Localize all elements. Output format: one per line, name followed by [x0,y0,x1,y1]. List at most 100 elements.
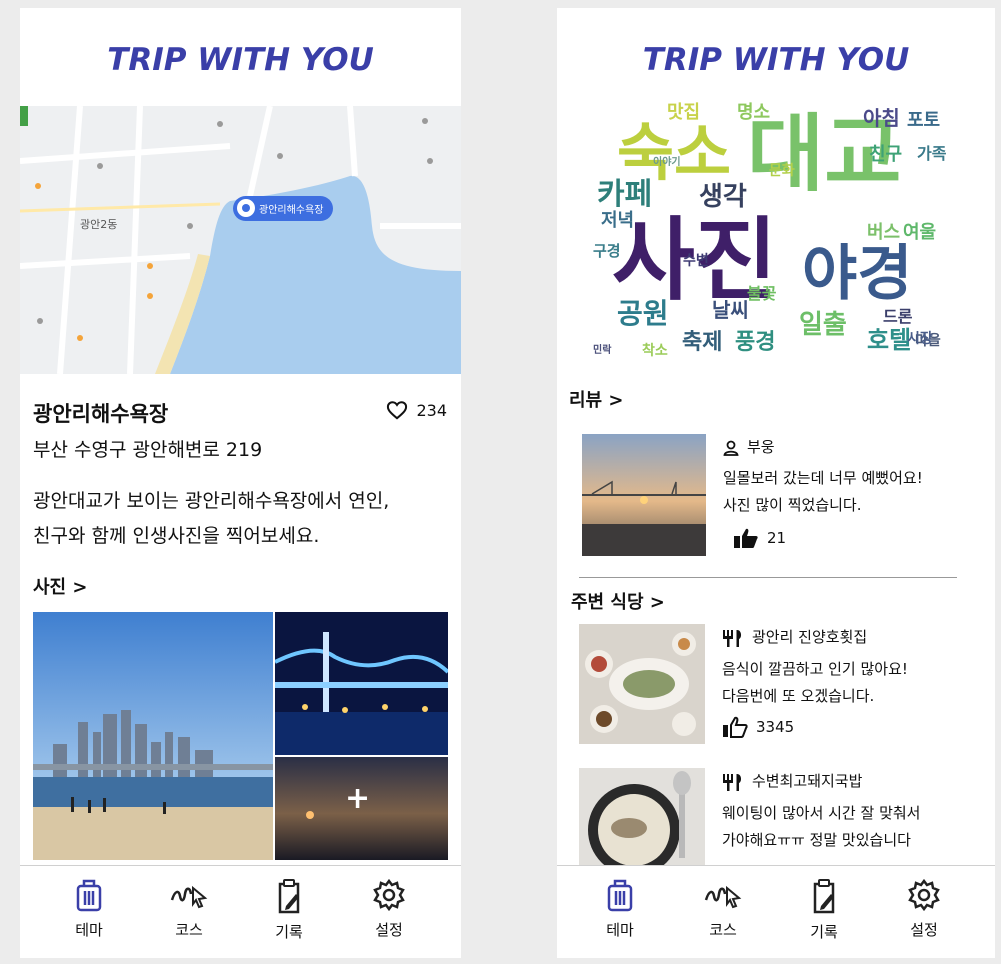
restaurant-review-line: 가야해요ㅠㅠ 정말 맛있습니다 [722,830,911,849]
nav-item-record[interactable]: 기록 [789,878,859,942]
restaurant-review-line: 웨이팅이 많아서 시간 잘 맞춰서 [722,803,921,822]
photo-sunset-more[interactable]: + [275,757,448,860]
map-pin-label: 광안리해수욕장 [259,205,324,216]
app-brand-title: TRIP WITH YOU [642,42,910,78]
review-body: 부웅 일몰보러 갔는데 너무 예뻤어요! 사진 많이 찍었습니다. 21 [723,434,923,558]
heart-icon[interactable] [386,400,408,420]
nav-label: 기록 [810,923,838,941]
keyword-wordcloud: 숙소 대교 사진 야경 카페 생각 공원 축제 풍경 일출 호텔 날씨 저녁 버… [587,104,957,362]
wordcloud-word: 숙소 [617,116,732,189]
nav-item-settings[interactable]: 설정 [889,878,959,940]
nav-item-record[interactable]: 기록 [254,878,324,942]
gear-icon [373,878,405,912]
map-view[interactable]: 광안2동 광안리해수욕장 [20,106,461,374]
theme-detail-screen: TRIP WITH YOU 광안2동 광안리해수욕장 광안리해수욕장 234 부… [20,8,461,958]
nav-item-theme[interactable]: 테마 [54,878,124,940]
wordcloud-word: 수변 [683,253,709,269]
photos-section-link[interactable]: 사진 > [33,573,87,599]
nav-label: 코스 [175,921,203,939]
more-photos-icon[interactable]: + [345,781,370,816]
restaurant-like-count: 3345 [756,717,795,736]
wordcloud-word: 버스 [867,222,901,243]
restaurant-name-row: 수변최고돼지국밥 [722,768,862,795]
restaurant-name: 광안리 진양호횟집 [752,628,868,646]
wordcloud-word: 여울 [903,222,937,243]
restaurant-card[interactable]: 광안리 진양호횟집 음식이 깔끔하고 인기 많아요! 다음번에 또 오겠습니다.… [579,624,989,744]
route-icon [704,885,742,909]
location-pin-icon [237,199,255,217]
restaurant-info: 수변최고돼지국밥 웨이팅이 많아서 시간 잘 맞춰서 가야해요ㅠㅠ 정말 맛있습… [722,768,920,854]
map-pin-beach[interactable]: 광안리해수욕장 [233,196,334,221]
review-card[interactable]: 부웅 일몰보러 갔는데 너무 예뻤어요! 사진 많이 찍었습니다. 21 [582,434,982,562]
restaurant-name-row: 광안리 진양호횟집 [722,624,867,651]
wordcloud-word: 구경 [593,242,621,260]
review-photo [582,434,706,556]
place-title: 광안리해수욕장 [33,402,169,426]
theme-reviews-screen: TRIP WITH YOU 숙소 대교 사진 야경 카페 생각 공원 축제 풍경… [557,8,995,958]
nav-label: 설정 [375,921,403,939]
route-icon [170,885,208,909]
wordcloud-word: 시장 [907,331,933,347]
description-line: 광안대교가 보이는 광안리해수욕장에서 연인, [33,490,390,512]
luggage-icon [607,879,633,912]
nav-item-theme[interactable]: 테마 [585,878,655,940]
reviews-section-link[interactable]: 리뷰 > [569,386,623,412]
wordcloud-word: 민락 [593,345,612,356]
nav-item-settings[interactable]: 설정 [354,878,424,940]
nav-item-course[interactable]: 코스 [688,878,758,940]
restaurants-section-link[interactable]: 주변 식당 > [571,588,665,614]
wordcloud-word: 맛집 [667,102,701,123]
map-label: 광안2동 [80,218,118,231]
wordcloud-word: 축제 [682,330,723,355]
wordcloud-word: 생각 [699,182,747,212]
wordcloud-word: 이야기 [653,157,681,168]
wordcloud-word: 아침 [863,106,900,130]
photo-bridge-night[interactable] [275,612,448,755]
place-description: 광안대교가 보이는 광안리해수욕장에서 연인, 친구와 함께 인생사진을 찍어보… [33,484,453,554]
wordcloud-word: 문화 [769,163,795,179]
wordcloud-word: 불꽃 [747,284,777,303]
wordcloud-word: 명소 [737,102,771,123]
restaurant-likes[interactable]: 3345 [722,714,794,741]
restaurant-info: 광안리 진양호횟집 음식이 깔끔하고 인기 많아요! 다음번에 또 오겠습니다.… [722,624,908,747]
photo-skyline-beach[interactable] [33,612,273,860]
bottom-nav: 테마 코스 기록 설정 [557,865,995,958]
restaurant-review-line: 다음번에 또 오겠습니다. [722,686,875,705]
wordcloud-word: 호텔 [867,326,912,354]
description-line: 친구와 함께 인생사진을 찍어보세요. [33,525,320,547]
wordcloud-word: 날씨 [712,298,749,322]
like-counter[interactable]: 234 [386,400,447,420]
review-author: 부웅 [723,434,775,461]
like-count: 234 [416,400,447,420]
wordcloud-word: 일출 [799,310,847,340]
fork-knife-icon [723,773,742,791]
review-likes[interactable]: 21 [733,525,786,552]
wordcloud-word: 카페 [597,177,653,212]
thumbs-up-filled-icon[interactable] [733,527,759,549]
review-like-count: 21 [767,528,787,547]
review-line: 일몰보러 갔는데 너무 예뻤어요! [723,468,923,487]
wordcloud-word: 저녁 [601,210,635,231]
user-icon [723,440,739,456]
clipboard-pen-icon [278,879,300,914]
nav-label: 기록 [275,923,303,941]
nav-label: 테마 [75,921,103,939]
review-line: 사진 많이 찍었습니다. [723,495,862,514]
wordcloud-word: 착소 [642,343,668,359]
place-address: 부산 수영구 광안해변로 219 [33,439,263,461]
thumbs-up-outline-icon[interactable] [722,716,748,738]
wordcloud-word: 포토 [907,110,941,131]
nav-label: 테마 [606,921,634,939]
clipboard-pen-icon [813,879,835,914]
nav-label: 설정 [910,921,938,939]
gear-icon [908,878,940,912]
restaurant-photo [579,624,705,744]
luggage-icon [76,879,102,912]
wordcloud-word: 풍경 [735,330,776,355]
wordcloud-word: 가족 [917,144,947,163]
bottom-nav: 테마 코스 기록 설정 [20,865,461,958]
wordcloud-word: 공원 [617,297,669,330]
nav-item-course[interactable]: 코스 [154,878,224,940]
section-divider [579,577,957,578]
review-author-name: 부웅 [747,438,775,456]
